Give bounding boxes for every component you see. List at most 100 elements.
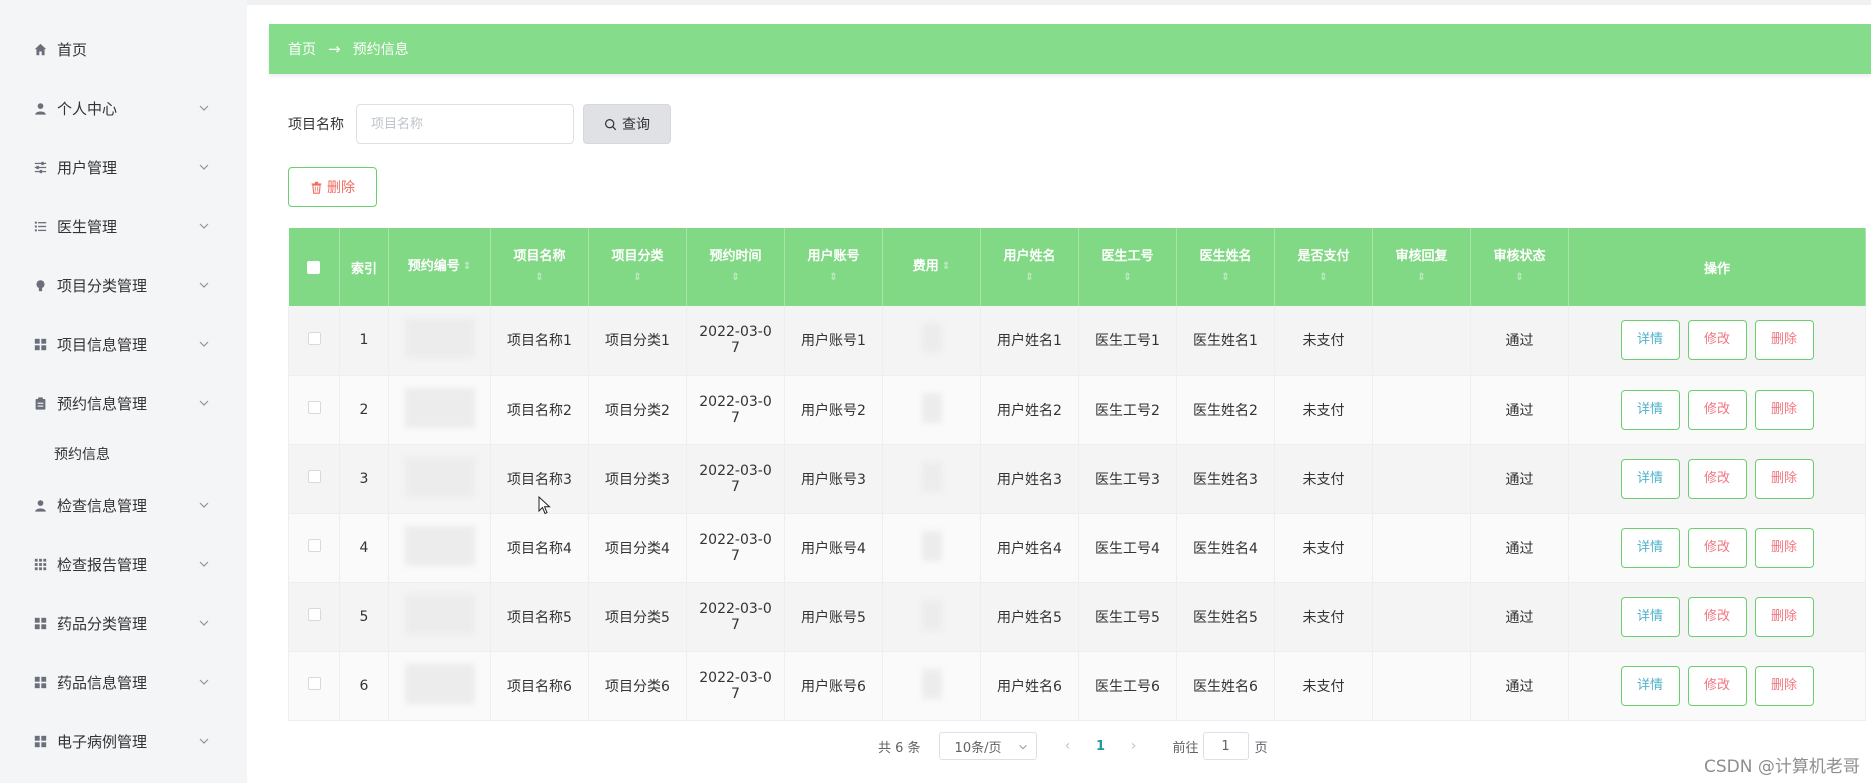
edit-button[interactable]: 修改 xyxy=(1687,389,1747,430)
sort-icon[interactable]: ⇕ xyxy=(1123,269,1131,287)
edit-button[interactable]: 修改 xyxy=(1687,596,1747,637)
cell-doctor-name: 医生姓名2 xyxy=(1176,375,1275,445)
clipboard-icon xyxy=(32,395,48,411)
cell-project-name: 项目名称6 xyxy=(490,651,589,721)
detail-button[interactable]: 详情 xyxy=(1620,665,1680,706)
search-input[interactable] xyxy=(356,104,574,144)
row-checkbox[interactable] xyxy=(307,331,321,345)
table-row[interactable]: 5 项目名称5 项目分类5 2022-03-0 7 用户账号5 用户姓名5 医生工… xyxy=(288,582,1866,652)
table-row[interactable]: 1 项目名称1 项目分类1 2022-03-0 7 用户账号1 用户姓名1 医生工… xyxy=(288,306,1866,376)
edit-button[interactable]: 修改 xyxy=(1687,320,1747,361)
sort-icon[interactable]: ⇕ xyxy=(1319,269,1327,287)
detail-button[interactable]: 详情 xyxy=(1620,596,1680,637)
delete-button[interactable]: 删除 xyxy=(1754,596,1814,637)
table-row[interactable]: 6 项目名称6 项目分类6 2022-03-0 7 用户账号6 用户姓名6 医生工… xyxy=(288,651,1866,721)
header-paid[interactable]: 是否支付 ⇕ xyxy=(1274,228,1373,306)
edit-button[interactable]: 修改 xyxy=(1687,665,1747,706)
chevron-down-icon xyxy=(199,502,209,508)
sort-icon[interactable]: ⇕ xyxy=(535,269,543,287)
apps-icon xyxy=(32,556,48,572)
sidebar-item-booking-info-management[interactable]: 预约信息管理 xyxy=(8,381,230,425)
goto-page-input[interactable] xyxy=(1202,732,1249,760)
cell-paid: 未支付 xyxy=(1274,306,1373,376)
cell-actions: 详情 修改 删除 xyxy=(1568,306,1866,376)
header-fee[interactable]: 费用 ⇕ xyxy=(882,228,981,306)
row-checkbox[interactable] xyxy=(307,539,321,552)
search-button-label: 查询 xyxy=(622,117,650,133)
sidebar-subitem-booking-info[interactable]: 预约信息 xyxy=(8,434,230,474)
sidebar-item-drug-info-management[interactable]: 药品信息管理 xyxy=(8,660,230,704)
sort-icon[interactable]: ⇕ xyxy=(731,269,739,287)
sidebar-item-project-category-management[interactable]: 项目分类管理 xyxy=(8,263,230,307)
edit-button[interactable]: 修改 xyxy=(1687,458,1747,499)
sort-icon[interactable]: ⇕ xyxy=(1025,269,1033,287)
delete-button[interactable]: 删除 xyxy=(1754,458,1814,499)
sidebar-item-drug-category-management[interactable]: 药品分类管理 xyxy=(8,601,230,645)
sidebar-item-doctor-management[interactable]: 医生管理 xyxy=(8,204,230,248)
sort-icon[interactable]: ⇕ xyxy=(829,269,837,287)
cell-booking-no xyxy=(388,306,491,376)
detail-button[interactable]: 详情 xyxy=(1620,389,1680,430)
header-review-reply[interactable]: 审核回复 ⇕ xyxy=(1372,228,1471,306)
edit-button[interactable]: 修改 xyxy=(1687,527,1747,568)
breadcrumb-home[interactable]: 首页 xyxy=(288,39,316,59)
page-number-current[interactable]: 1 xyxy=(1083,739,1119,754)
sort-icon[interactable]: ⇕ xyxy=(1515,269,1523,287)
sidebar: 首页 个人中心 用户管理 医生管理 项目分类管理 项目信息管理 预约信息管理 预… xyxy=(8,18,230,783)
header-doctor-id[interactable]: 医生工号 ⇕ xyxy=(1078,228,1177,306)
sidebar-item-home[interactable]: 首页 xyxy=(8,27,230,71)
sidebar-item-personal-center[interactable]: 个人中心 xyxy=(8,86,230,130)
sort-icon[interactable]: ⇕ xyxy=(633,269,641,287)
sidebar-item-user-management[interactable]: 用户管理 xyxy=(8,145,230,189)
pagination-total: 共 6 条 xyxy=(878,740,921,756)
booking-time-line2: 7 xyxy=(731,685,740,702)
sort-icon[interactable]: ⇕ xyxy=(1417,269,1425,287)
next-page-button[interactable]: › xyxy=(1119,738,1149,754)
cell-booking-time: 2022-03-0 7 xyxy=(686,582,785,652)
table-row[interactable]: 3 项目名称3 项目分类3 2022-03-0 7 用户账号3 用户姓名3 医生工… xyxy=(288,444,1866,514)
row-checkbox[interactable] xyxy=(307,470,321,483)
sidebar-item-emr-management[interactable]: 电子病例管理 xyxy=(8,719,230,763)
cell-actions: 详情 修改 删除 xyxy=(1568,375,1866,445)
delete-button[interactable]: 删除 xyxy=(1754,320,1814,361)
redacted-booking-no xyxy=(404,594,475,635)
sort-icon[interactable]: ⇕ xyxy=(942,258,950,276)
sliders-icon xyxy=(32,159,48,175)
table-row[interactable]: 4 项目名称4 项目分类4 2022-03-0 7 用户账号4 用户姓名4 医生工… xyxy=(288,513,1866,583)
row-checkbox-cell xyxy=(288,513,340,583)
prev-page-button[interactable]: ‹ xyxy=(1053,738,1083,754)
row-checkbox[interactable] xyxy=(307,608,321,621)
sidebar-item-exam-info-management[interactable]: 检查信息管理 xyxy=(8,483,230,527)
header-user-name[interactable]: 用户姓名 ⇕ xyxy=(980,228,1079,306)
header-booking-time[interactable]: 预约时间 ⇕ xyxy=(686,228,785,306)
delete-button[interactable]: 删除 xyxy=(1754,665,1814,706)
sort-icon[interactable]: ⇕ xyxy=(1221,269,1229,287)
row-checkbox[interactable] xyxy=(307,401,321,414)
header-project-name[interactable]: 项目名称 ⇕ xyxy=(490,228,589,306)
header-user-account[interactable]: 用户账号 ⇕ xyxy=(784,228,883,306)
header-doctor-name[interactable]: 医生姓名 ⇕ xyxy=(1176,228,1275,306)
sidebar-item-label: 首页 xyxy=(57,40,88,59)
header-review-status[interactable]: 审核状态 ⇕ xyxy=(1470,228,1569,306)
booking-time-line1: 2022-03-0 xyxy=(699,531,772,548)
sidebar-item-project-info-management[interactable]: 项目信息管理 xyxy=(8,322,230,366)
delete-button[interactable]: 删除 xyxy=(1754,389,1814,430)
sort-icon[interactable]: ⇕ xyxy=(463,258,471,276)
delete-button[interactable]: 删除 xyxy=(1754,527,1814,568)
header-project-category[interactable]: 项目分类 ⇕ xyxy=(588,228,687,306)
detail-button[interactable]: 详情 xyxy=(1620,320,1680,361)
detail-button[interactable]: 详情 xyxy=(1620,458,1680,499)
sidebar-item-exam-report-management[interactable]: 检查报告管理 xyxy=(8,542,230,586)
header-booking-no[interactable]: 预约编号 ⇕ xyxy=(388,228,491,306)
batch-delete-button[interactable]: 删除 xyxy=(288,167,377,207)
cell-project-name: 项目名称5 xyxy=(490,582,589,652)
detail-button[interactable]: 详情 xyxy=(1620,527,1680,568)
cell-review-reply xyxy=(1372,582,1471,652)
table-row[interactable]: 2 项目名称2 项目分类2 2022-03-0 7 用户账号2 用户姓名2 医生工… xyxy=(288,375,1866,445)
cell-user-account: 用户账号6 xyxy=(784,651,883,721)
page-size-select[interactable]: 10条/页 xyxy=(938,732,1037,760)
search-button[interactable]: 查询 xyxy=(583,104,671,144)
chevron-down-icon xyxy=(199,561,209,567)
select-all-checkbox[interactable] xyxy=(307,260,321,274)
row-checkbox[interactable] xyxy=(307,677,321,690)
